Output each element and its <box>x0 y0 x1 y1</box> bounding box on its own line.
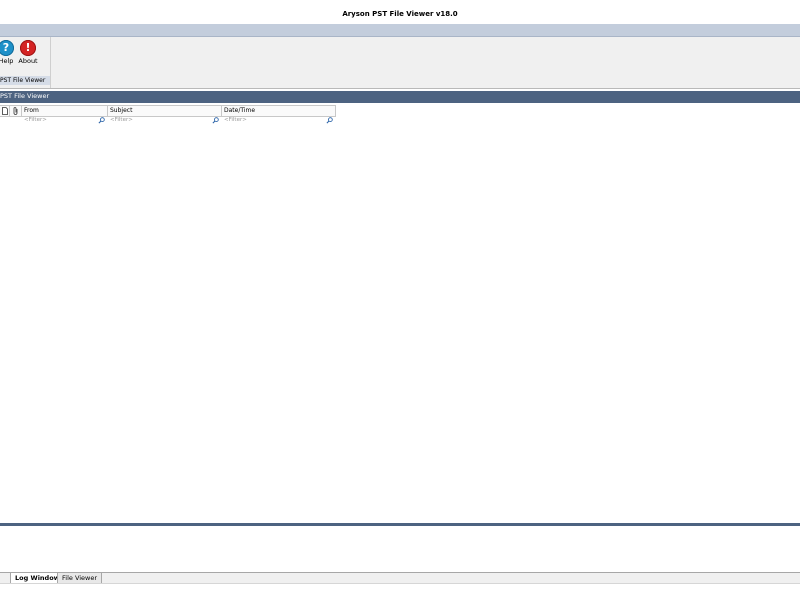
column-header-datetime[interactable]: Date/Time <box>222 106 336 116</box>
filter-subject-search-icon[interactable] <box>212 117 219 124</box>
help-icon: ? <box>0 40 14 56</box>
ribbon-tab-strip <box>0 24 800 37</box>
column-header-attachment[interactable] <box>10 106 22 116</box>
column-header-item-type[interactable] <box>0 106 10 116</box>
status-bar <box>0 583 800 601</box>
panel-header: PST File Viewer <box>0 91 800 101</box>
about-button-label: About <box>18 57 38 65</box>
filter-from-search-icon[interactable] <box>98 117 105 124</box>
about-button[interactable]: ! About <box>16 40 40 65</box>
log-window-content <box>0 526 800 572</box>
ribbon-group-pst-file-viewer: ? Help ! About PST File Viewer <box>0 37 51 88</box>
filter-row: <Filter> <Filter> <Filter> <box>0 116 336 125</box>
ribbon: ? Help ! About PST File Viewer <box>0 37 800 89</box>
column-header-subject[interactable]: Subject <box>108 106 222 116</box>
filter-from-input[interactable]: <Filter> <box>22 116 108 125</box>
paperclip-icon <box>13 107 18 115</box>
panel-title: PST File Viewer <box>0 92 50 100</box>
window-title: Aryson PST File Viewer v18.0 <box>0 0 800 25</box>
panel-header-underline <box>0 101 800 103</box>
filter-datetime-placeholder: <Filter> <box>224 117 247 123</box>
filter-subject-placeholder: <Filter> <box>110 117 133 123</box>
document-icon <box>2 107 8 115</box>
filter-datetime-search-icon[interactable] <box>326 117 333 124</box>
filter-from-placeholder: <Filter> <box>24 117 47 123</box>
filter-subject-input[interactable]: <Filter> <box>108 116 222 125</box>
filter-datetime-input[interactable]: <Filter> <box>222 116 336 125</box>
ribbon-group-label: PST File Viewer <box>0 76 50 85</box>
message-list[interactable] <box>0 126 800 523</box>
about-icon: ! <box>20 40 36 56</box>
column-header-from[interactable]: From <box>22 106 108 116</box>
